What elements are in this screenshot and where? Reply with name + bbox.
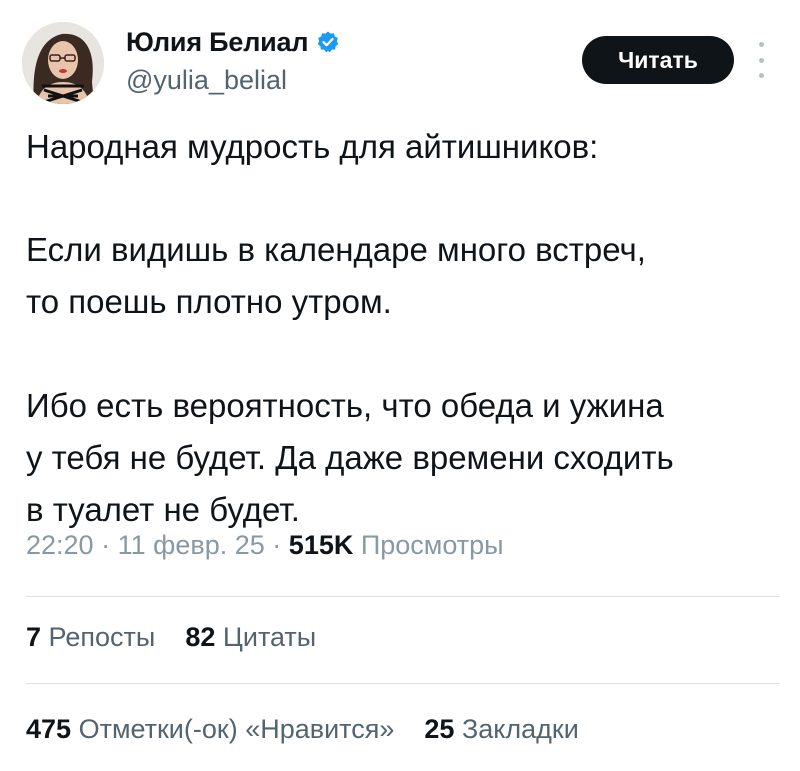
bookmarks-stat[interactable]: 25 Закладки [424,714,578,744]
tweet-line: в туалет не будет. [26,491,300,528]
meta-separator: · [101,530,111,560]
author-block: Юлия Белиал @yulia_belial [126,24,340,96]
views-label[interactable]: Просмотры [361,530,504,560]
quotes-count: 82 [185,622,216,652]
tweet-line: у тебя не будет. Да даже времени сходить [26,439,674,476]
reposts-count: 7 [26,622,42,652]
tweet-line: Если видишь в календаре много встреч, [26,231,646,268]
display-name[interactable]: Юлия Белиал [126,27,309,58]
likes-label: Отметки(-ок) «Нравится» [78,714,395,744]
tweet-line: Ибо есть вероятность, что обеда и ужина [26,387,664,424]
more-dot [758,73,764,78]
quotes-label: Цитаты [222,622,317,652]
reposts-label: Репосты [48,622,156,652]
reposts-stat[interactable]: 7 Репосты [26,622,163,652]
stats-row-likes-bookmarks: 475 Отметки(-ок) «Нравится» 25 Закладки [26,714,579,745]
divider [26,596,780,597]
handle[interactable]: @yulia_belial [126,65,340,96]
verified-badge-icon[interactable] [316,30,340,54]
views-count[interactable]: 515K [289,530,354,560]
tweet-meta: 22:20 · 11 февр. 25 · 515K Просмотры [26,530,504,561]
follow-button[interactable]: Читать [582,36,734,84]
tweet-line: Народная мудрость для айтишников: [26,128,599,165]
stats-row-reposts-quotes: 7 Репосты 82 Цитаты [26,622,316,653]
tweet-text: Народная мудрость для айтишников: Если в… [26,122,786,534]
name-row: Юлия Белиал [126,24,340,60]
likes-stat[interactable]: 475 Отметки(-ок) «Нравится» [26,714,402,744]
bookmarks-label: Закладки [461,714,579,744]
likes-count: 475 [26,714,72,744]
tweet-line: то поешь плотно утром. [26,283,392,320]
quotes-stat[interactable]: 82 Цитаты [185,622,316,652]
avatar-image [22,22,104,104]
tweet: Юлия Белиал @yulia_belial Читать Народна… [0,0,800,771]
avatar[interactable] [22,22,104,104]
tweet-date[interactable]: 11 февр. 25 [118,530,265,560]
more-vertical-icon[interactable] [755,42,767,78]
more-dot [758,57,764,63]
divider [26,683,780,684]
meta-separator: · [272,530,282,560]
tweet-time[interactable]: 22:20 [26,530,94,560]
more-dot [758,42,764,47]
bookmarks-count: 25 [424,714,455,744]
